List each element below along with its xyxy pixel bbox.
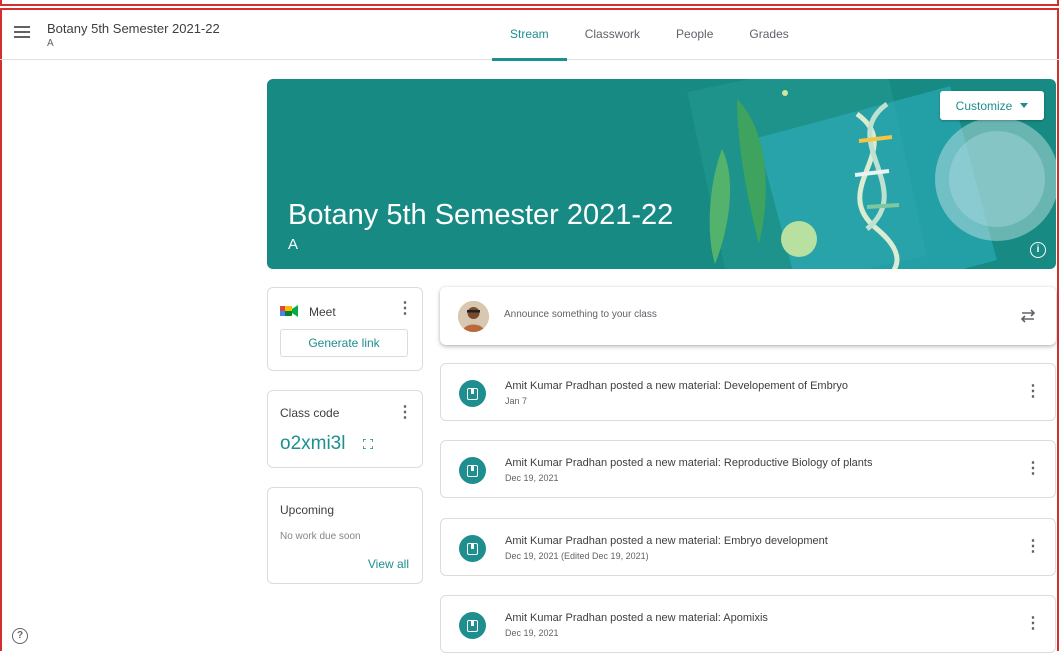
post-more-options-icon[interactable]: ⋮ bbox=[1025, 539, 1041, 555]
class-section: A bbox=[47, 38, 54, 49]
stream-post[interactable]: Amit Kumar Pradhan posted a new material… bbox=[440, 595, 1056, 653]
caret-down-icon bbox=[1020, 103, 1029, 108]
class-tabs: Stream Classwork People Grades bbox=[492, 10, 807, 61]
stream-post[interactable]: Amit Kumar Pradhan posted a new material… bbox=[440, 363, 1056, 421]
tab-grades[interactable]: Grades bbox=[731, 10, 806, 60]
class-code-value: o2xmi3l bbox=[280, 433, 346, 454]
customize-label: Customize bbox=[955, 98, 1013, 113]
post-date: Dec 19, 2021 bbox=[505, 473, 559, 483]
post-title[interactable]: Amit Kumar Pradhan posted a new material… bbox=[505, 457, 872, 469]
repost-icon[interactable] bbox=[1019, 307, 1037, 325]
meet-more-options-icon[interactable]: ⋮ bbox=[397, 301, 413, 317]
fullscreen-icon[interactable] bbox=[363, 439, 373, 449]
post-more-options-icon[interactable]: ⋮ bbox=[1025, 616, 1041, 632]
class-code-card: Class code ⋮ o2xmi3l bbox=[267, 390, 423, 468]
view-all-link[interactable]: View all bbox=[368, 557, 409, 571]
meet-icon bbox=[280, 305, 298, 317]
post-date: Dec 19, 2021 (Edited Dec 19, 2021) bbox=[505, 551, 649, 561]
banner-illustration bbox=[687, 79, 1056, 269]
material-icon bbox=[459, 457, 486, 484]
post-title[interactable]: Amit Kumar Pradhan posted a new material… bbox=[505, 535, 828, 547]
banner-title: Botany 5th Semester 2021-22 bbox=[288, 199, 674, 231]
post-date: Dec 19, 2021 bbox=[505, 628, 559, 638]
post-more-options-icon[interactable]: ⋮ bbox=[1025, 461, 1041, 477]
info-icon[interactable]: i bbox=[1030, 242, 1046, 258]
main-menu-icon[interactable] bbox=[14, 26, 30, 42]
post-date: Jan 7 bbox=[505, 396, 528, 406]
generate-link-button[interactable]: Generate link bbox=[280, 329, 408, 357]
material-icon bbox=[459, 535, 486, 562]
avatar bbox=[458, 301, 489, 332]
material-icon bbox=[459, 612, 486, 639]
post-title[interactable]: Amit Kumar Pradhan posted a new material… bbox=[505, 612, 768, 624]
stream-post[interactable]: Amit Kumar Pradhan posted a new material… bbox=[440, 518, 1056, 576]
post-title[interactable]: Amit Kumar Pradhan posted a new material… bbox=[505, 380, 848, 392]
class-code-title: Class code bbox=[280, 406, 340, 420]
tab-classwork[interactable]: Classwork bbox=[567, 10, 658, 60]
meet-title: Meet bbox=[309, 305, 336, 319]
tab-stream[interactable]: Stream bbox=[492, 10, 567, 61]
class-code-more-options-icon[interactable]: ⋮ bbox=[397, 405, 413, 421]
top-bar: Botany 5th Semester 2021-22 A Stream Cla… bbox=[0, 10, 1059, 61]
screenshot-frame-top bbox=[0, 0, 1059, 6]
class-banner: Botany 5th Semester 2021-22 A Customize … bbox=[267, 79, 1056, 269]
announce-placeholder[interactable]: Announce something to your class bbox=[504, 309, 657, 320]
upcoming-empty-text: No work due soon bbox=[280, 531, 361, 542]
announce-box[interactable]: Announce something to your class bbox=[440, 287, 1056, 345]
meet-card: Meet ⋮ Generate link bbox=[267, 287, 423, 371]
upcoming-title: Upcoming bbox=[280, 503, 335, 517]
banner-section: A bbox=[288, 236, 299, 253]
help-icon[interactable]: ? bbox=[12, 628, 28, 644]
stream-post[interactable]: Amit Kumar Pradhan posted a new material… bbox=[440, 440, 1056, 498]
tab-people[interactable]: People bbox=[658, 10, 731, 60]
upcoming-card: Upcoming No work due soon View all bbox=[267, 487, 423, 584]
post-more-options-icon[interactable]: ⋮ bbox=[1025, 384, 1041, 400]
material-icon bbox=[459, 380, 486, 407]
customize-button[interactable]: Customize bbox=[940, 91, 1044, 120]
class-title[interactable]: Botany 5th Semester 2021-22 bbox=[47, 21, 220, 36]
